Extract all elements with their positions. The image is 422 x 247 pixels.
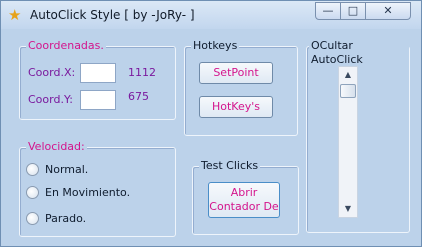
coord-y-input[interactable] — [80, 90, 116, 110]
radio-normal[interactable] — [26, 163, 39, 176]
vertical-scrollbar[interactable]: ▲ ▼ — [338, 66, 358, 218]
abrir-contador-button[interactable]: Abrir Contador De — [208, 182, 280, 218]
coord-x-value: 1112 — [128, 66, 156, 79]
radio-en-movimiento-label[interactable]: En Movimiento. — [45, 186, 130, 199]
hotkeys-title: Hotkeys — [191, 39, 240, 53]
radio-normal-label[interactable]: Normal. — [45, 163, 88, 176]
scroll-thumb[interactable] — [340, 84, 356, 98]
test-clicks-title: Test Clicks — [199, 159, 261, 173]
test-clicks-group: Test Clicks Abrir Contador De — [192, 159, 299, 235]
scroll-down-arrow-icon[interactable]: ▼ — [339, 201, 357, 217]
radio-parado-label[interactable]: Parado. — [45, 212, 86, 225]
window-title: AutoClick Style [ by -JoRy- ] — [30, 8, 195, 22]
scroll-up-arrow-icon[interactable]: ▲ — [339, 67, 357, 83]
setpoint-button[interactable]: SetPoint — [199, 62, 273, 84]
abrir-contador-line2: Contador De — [209, 200, 279, 213]
star-icon: ★ — [8, 6, 22, 24]
hotkeys-button[interactable]: HotKey's — [199, 96, 273, 118]
client-area: Coordenadas. Coord.X: 1112 Coord.Y: 675 … — [9, 30, 414, 240]
coordenadas-title: Coordenadas. — [26, 39, 106, 53]
coord-y-value: 675 — [128, 90, 149, 103]
velocidad-title: Velocidad: — [26, 140, 87, 154]
ocultar-group: OCultar AutoClick ▲ ▼ — [306, 39, 410, 233]
radio-en-movimiento[interactable] — [26, 186, 39, 199]
app-window: ★ AutoClick Style [ by -JoRy- ] — □ ✕ Co… — [0, 0, 422, 247]
title-bar[interactable]: ★ AutoClick Style [ by -JoRy- ] — □ ✕ — [1, 1, 421, 29]
radio-parado[interactable] — [26, 212, 39, 225]
minimize-button[interactable]: — — [315, 2, 341, 20]
velocidad-group: Velocidad: Normal. En Movimiento. Parado… — [19, 140, 176, 237]
maximize-button[interactable]: □ — [340, 2, 366, 20]
ocultar-title: OCultar AutoClick — [309, 39, 409, 67]
coordenadas-group: Coordenadas. Coord.X: 1112 Coord.Y: 675 — [19, 39, 176, 120]
close-button[interactable]: ✕ — [365, 2, 411, 20]
coord-y-label: Coord.Y: — [28, 93, 73, 106]
hotkeys-group: Hotkeys SetPoint HotKey's — [184, 39, 298, 136]
coord-x-input[interactable] — [80, 63, 116, 83]
coord-x-label: Coord.X: — [28, 66, 76, 79]
abrir-contador-line1: Abrir — [230, 186, 258, 199]
